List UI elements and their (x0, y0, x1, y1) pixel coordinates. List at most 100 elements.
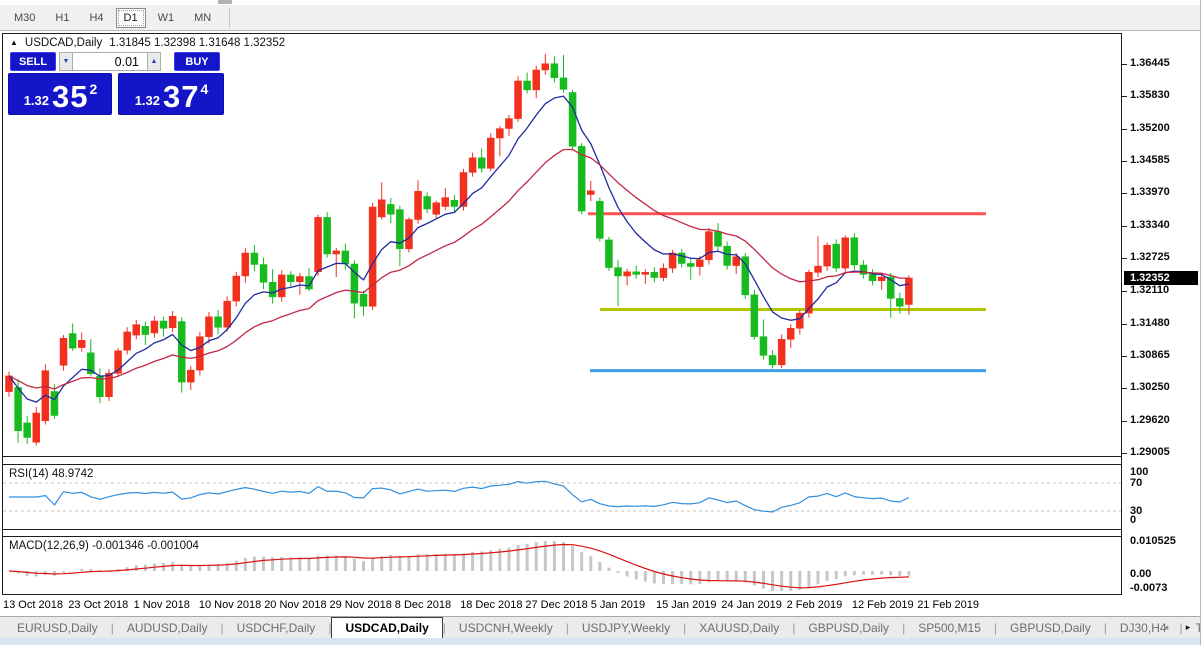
chart-tab-gbpusd-daily[interactable]: GBPUSD,Daily (997, 617, 1104, 638)
price-tick-mark (1122, 452, 1127, 454)
ask-price-box[interactable]: 1.32 37 4 (118, 73, 224, 115)
timeframe-button-w1[interactable]: W1 (150, 8, 183, 28)
date-tick-label: 18 Dec 2018 (460, 599, 523, 611)
date-tick-label: 8 Dec 2018 (394, 599, 452, 611)
price-tick-mark (1122, 323, 1127, 325)
ask-price-big: 37 (163, 78, 200, 114)
bid-price-sup: 2 (89, 81, 98, 97)
toolbar-grip (218, 0, 232, 4)
timeframe-toolbar: M30 H1 H4 D1 W1 MN (0, 5, 1200, 31)
price-tick-mark (1122, 96, 1127, 98)
date-tick-label: 15 Jan 2019 (656, 599, 717, 611)
chart-tab-eurusd-daily[interactable]: EURUSD,Daily (4, 617, 111, 638)
bid-price-prefix: 1.32 (23, 93, 50, 108)
volume-increase-button[interactable]: ▲ (147, 52, 161, 71)
toolbar-separator (229, 7, 231, 28)
price-tick-label: 1.35830 (1130, 89, 1170, 102)
tabs-scroll-right-button[interactable]: ▸ (1180, 616, 1196, 638)
spinner-down-icon: ▼ (62, 58, 70, 65)
bid-price-box[interactable]: 1.32 35 2 (8, 73, 112, 115)
price-tick-label: 1.30250 (1130, 380, 1170, 393)
price-tick-mark (1122, 290, 1127, 292)
timeframe-button-d1[interactable]: D1 (115, 7, 146, 28)
one-click-trade-widget: SELL ▼ ▲ BUY 1.32352 1.32374 (8, 52, 224, 115)
chart-tab-audusd-daily[interactable]: AUDUSD,Daily (114, 617, 221, 638)
date-tick-label: 13 Oct 2018 (3, 599, 63, 611)
chart-title-bar: ▲ USDCAD,Daily 1.31845 1.32398 1.31648 1… (10, 37, 285, 49)
chart-ohlc-values: 1.31845 1.32398 1.31648 1.32352 (109, 37, 286, 49)
volume-input[interactable] (72, 52, 148, 71)
price-tick-label: 1.31480 (1130, 316, 1170, 329)
price-tick-label: 1.33340 (1130, 219, 1170, 232)
collapse-triangle-icon[interactable]: ▲ (10, 38, 18, 47)
volume-decrease-button[interactable]: ▼ (59, 52, 73, 71)
rsi-label: RSI(14) 48.9742 (9, 468, 94, 480)
price-tick-label: 1.34585 (1130, 154, 1170, 167)
price-tick-label: 1.29620 (1130, 413, 1170, 426)
price-tick-mark (1122, 129, 1127, 131)
timeframe-button-m30[interactable]: M30 (6, 8, 43, 28)
timeframe-button-h4[interactable]: H4 (81, 8, 111, 28)
price-tick-mark (1122, 193, 1127, 195)
window-bottom-strip (0, 638, 1200, 645)
date-tick-label: 1 Nov 2018 (133, 599, 190, 611)
macd-axis-label: 0.010525 (1130, 535, 1176, 547)
current-price-badge: 1.32352 (1124, 270, 1198, 285)
price-tick-label: 1.29005 (1130, 445, 1170, 458)
chart-tab-usdcad-daily[interactable]: USDCAD,Daily (331, 617, 443, 638)
chart-symbol-title: USDCAD,Daily (24, 37, 103, 49)
trading-terminal-window: M30 H1 H4 D1 W1 MN ▲ USDCAD,Daily 1.31845 1.3… (0, 0, 1201, 645)
rsi-panel-bottom-border (2, 529, 1122, 530)
chart-tab-usdjpy-weekly[interactable]: USDJPY,Weekly (569, 617, 683, 638)
date-tick-label: 23 Oct 2018 (68, 599, 129, 611)
price-tick-label: 1.32725 (1130, 251, 1170, 264)
chart-tab-sp500-m15[interactable]: SP500,M15 (905, 617, 994, 638)
price-tick-mark (1122, 161, 1127, 163)
rsi-axis-label: 0 (1130, 514, 1137, 526)
price-axis-separator (1121, 33, 1122, 594)
ask-price-prefix: 1.32 (134, 93, 161, 108)
scroll-left-icon: ◂ (1163, 621, 1169, 632)
timeframe-button-mn[interactable]: MN (186, 8, 219, 28)
sell-button[interactable]: SELL (10, 52, 56, 71)
ask-price-sup: 4 (200, 81, 209, 97)
macd-axis-label: 0.00 (1130, 568, 1152, 580)
scroll-right-icon: ▸ (1185, 621, 1191, 632)
date-tick-label: 24 Jan 2019 (721, 599, 782, 611)
date-tick-label: 12 Feb 2019 (851, 599, 914, 611)
price-tick-label: 1.30865 (1130, 348, 1170, 361)
main-panel-bottom-border (2, 456, 1122, 457)
bid-price-big: 35 (52, 78, 89, 114)
date-tick-label: 21 Feb 2019 (917, 599, 979, 611)
price-tick-label: 1.36445 (1130, 57, 1170, 69)
date-tick-label: 20 Nov 2018 (264, 599, 327, 611)
chart-tab-gbpusd-daily[interactable]: GBPUSD,Daily (795, 617, 902, 638)
rsi-panel-canvas[interactable] (3, 465, 1121, 529)
chart-tab-bar: EURUSD,Daily | AUDUSD,Daily | USDCHF,Daily | U… (0, 616, 1200, 638)
chart-tab-usdchf-daily[interactable]: USDCHF,Daily (224, 617, 329, 638)
buy-button[interactable]: BUY (174, 52, 220, 71)
rsi-axis-label: 70 (1130, 477, 1143, 489)
date-tick-label: 5 Jan 2019 (590, 599, 646, 611)
date-tick-label: 2 Feb 2019 (786, 599, 843, 611)
date-tick-label: 10 Nov 2018 (198, 599, 262, 611)
tabs-scroll-left-button[interactable]: ◂ (1158, 616, 1174, 638)
price-tick-mark (1122, 226, 1127, 228)
macd-axis-label: -0.0073 (1130, 582, 1168, 594)
price-tick-label: 1.35200 (1130, 122, 1170, 135)
price-tick-mark (1122, 355, 1127, 357)
macd-panel-bottom-border (2, 594, 1122, 595)
spinner-up-icon: ▲ (150, 58, 158, 65)
macd-label: MACD(12,26,9) -0.001346 -0.001004 (9, 540, 199, 552)
chart-tab-usdcnh-weekly[interactable]: USDCNH,Weekly (446, 617, 566, 638)
price-tick-mark (1122, 258, 1127, 260)
date-tick-label: 29 Nov 2018 (329, 599, 392, 611)
date-tick-label: 27 Dec 2018 (525, 599, 588, 611)
price-tick-mark (1122, 420, 1127, 422)
chart-tab-xauusd-daily[interactable]: XAUUSD,Daily (686, 617, 792, 638)
price-tick-label: 1.33970 (1130, 186, 1170, 199)
price-tick-label: 1.32110 (1130, 283, 1170, 296)
price-tick-mark (1122, 64, 1127, 65)
timeframe-button-h1[interactable]: H1 (47, 8, 77, 28)
price-tick-mark (1122, 387, 1127, 389)
